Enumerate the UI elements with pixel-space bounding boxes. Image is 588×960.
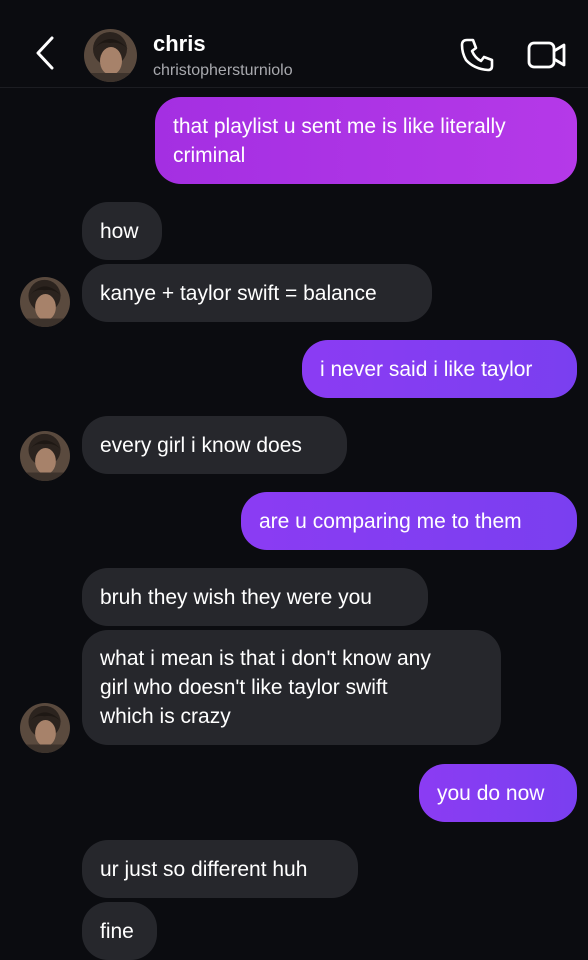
contact-name[interactable]: chris (153, 31, 206, 57)
message-incoming[interactable]: how (82, 202, 162, 260)
message-incoming[interactable]: bruh they wish they were you (82, 568, 428, 626)
avatar[interactable] (20, 431, 70, 481)
call-button[interactable] (458, 36, 496, 74)
avatar[interactable] (20, 277, 70, 327)
video-call-button[interactable] (526, 38, 568, 72)
video-camera-icon (527, 41, 566, 69)
message-outgoing[interactable]: i never said i like taylor (302, 340, 577, 398)
avatar[interactable] (20, 703, 70, 753)
message-outgoing[interactable]: that playlist u sent me is like literall… (155, 97, 577, 184)
message-incoming[interactable]: ur just so different huh (82, 840, 358, 898)
chat-header: chris christophersturniolo (0, 0, 588, 88)
message-outgoing[interactable]: you do now (419, 764, 577, 822)
message-incoming[interactable]: every girl i know does (82, 416, 347, 474)
avatar[interactable] (84, 29, 137, 82)
message-outgoing[interactable]: are u comparing me to them (241, 492, 577, 550)
message-incoming[interactable]: fine (82, 902, 157, 960)
back-button[interactable] (28, 30, 62, 76)
phone-icon (460, 38, 494, 72)
message-incoming[interactable]: what i mean is that i don't know any gir… (82, 630, 501, 745)
message-incoming[interactable]: kanye + taylor swift = balance (82, 264, 432, 322)
chevron-left-icon (36, 36, 54, 70)
contact-username[interactable]: christophersturniolo (153, 62, 293, 80)
